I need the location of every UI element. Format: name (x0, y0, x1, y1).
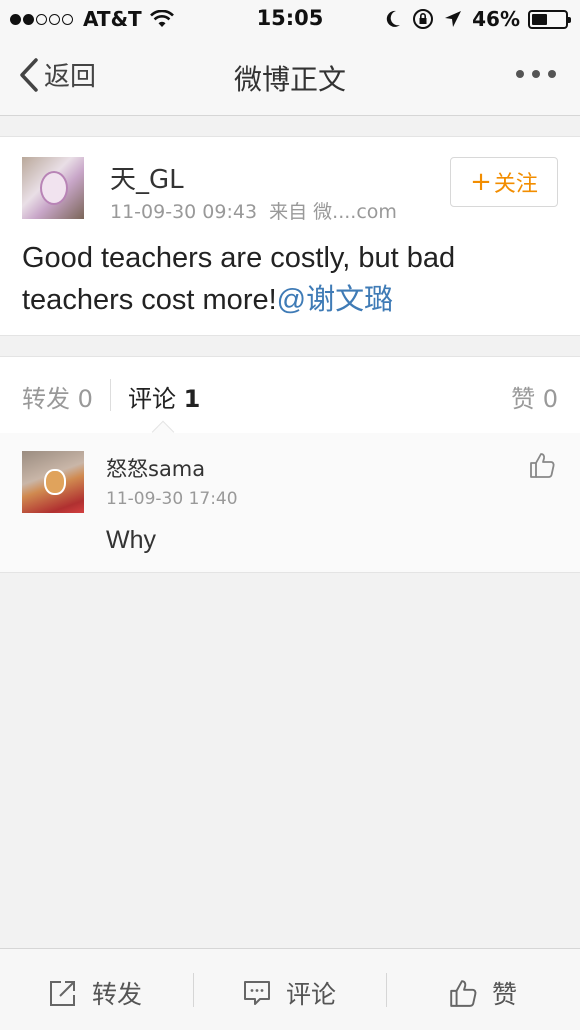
list-item[interactable]: 怒怒sama 11-09-30 17:40 Why (0, 433, 580, 573)
repost-button[interactable]: 转发 (48, 975, 142, 1011)
post-timestamp: 11-09-30 09:43 (110, 201, 258, 223)
status-bar: AT&T 15:05 46% (0, 0, 580, 38)
page-title: 微博正文 (233, 63, 346, 96)
comment-timestamp: 11-09-30 17:40 (106, 489, 238, 509)
tab-reposts[interactable]: 转发 0 (22, 379, 93, 414)
stats-bar: 转发 0 评论 1 赞 0 (0, 356, 580, 434)
comment-text: Why (106, 526, 156, 554)
like-button-label: 赞 (492, 980, 518, 1009)
repost-label: 转发 (22, 385, 70, 413)
follow-button[interactable]: + 关注 (450, 157, 558, 207)
avatar[interactable] (22, 451, 84, 513)
moon-icon (386, 10, 401, 27)
repost-button-label: 转发 (92, 980, 143, 1009)
thumbs-up-icon (450, 980, 477, 1007)
comment-count: 1 (183, 385, 201, 413)
post-card: 天_GL 11-09-30 09:43 来自 微....com + 关注 Goo… (0, 136, 580, 336)
like-count: 0 (542, 385, 558, 413)
post-source: 来自 微....com (269, 201, 397, 223)
mention-link[interactable]: @谢文璐 (277, 284, 393, 316)
bottom-toolbar: 转发 评论 赞 (0, 948, 580, 1030)
comment-username[interactable]: 怒怒sama (106, 453, 205, 483)
comment-label: 评论 (128, 385, 176, 413)
more-dots-icon[interactable] (508, 70, 556, 78)
follow-label: 关注 (493, 172, 538, 197)
nav-bar: 返回 微博正文 (0, 40, 580, 116)
battery-fill (532, 13, 547, 25)
stats-divider (110, 379, 111, 411)
thumbs-up-icon[interactable] (528, 451, 556, 479)
toolbar-divider (193, 973, 194, 1007)
comment-bubble-icon (244, 981, 270, 1005)
toolbar-divider (386, 973, 387, 1007)
share-icon (50, 981, 75, 1006)
tab-comments[interactable]: 评论 1 (128, 379, 200, 414)
tab-likes[interactable]: 赞 0 (511, 379, 558, 414)
top-bar: AT&T 15:05 46% 返回 微博正文 (0, 0, 580, 116)
comment-button[interactable]: 评论 (242, 975, 336, 1011)
post-username[interactable]: 天_GL (110, 159, 184, 196)
avatar[interactable] (22, 157, 84, 219)
rotation-lock-icon (413, 9, 434, 29)
location-arrow-icon (445, 11, 462, 27)
plus-icon: + (470, 167, 492, 197)
repost-count: 0 (77, 385, 93, 413)
avatar-image (44, 469, 66, 495)
status-right: 46% (374, 7, 571, 31)
like-label: 赞 (511, 385, 536, 413)
post-meta: 11-09-30 09:43 来自 微....com (110, 197, 397, 224)
post-text: Good teachers are costly, but bad teache… (22, 237, 562, 321)
comment-button-label: 评论 (286, 980, 337, 1009)
like-button[interactable]: 赞 (448, 975, 517, 1011)
battery-percent: 46% (472, 7, 520, 31)
avatar-image (40, 171, 68, 205)
battery-icon (528, 9, 571, 29)
